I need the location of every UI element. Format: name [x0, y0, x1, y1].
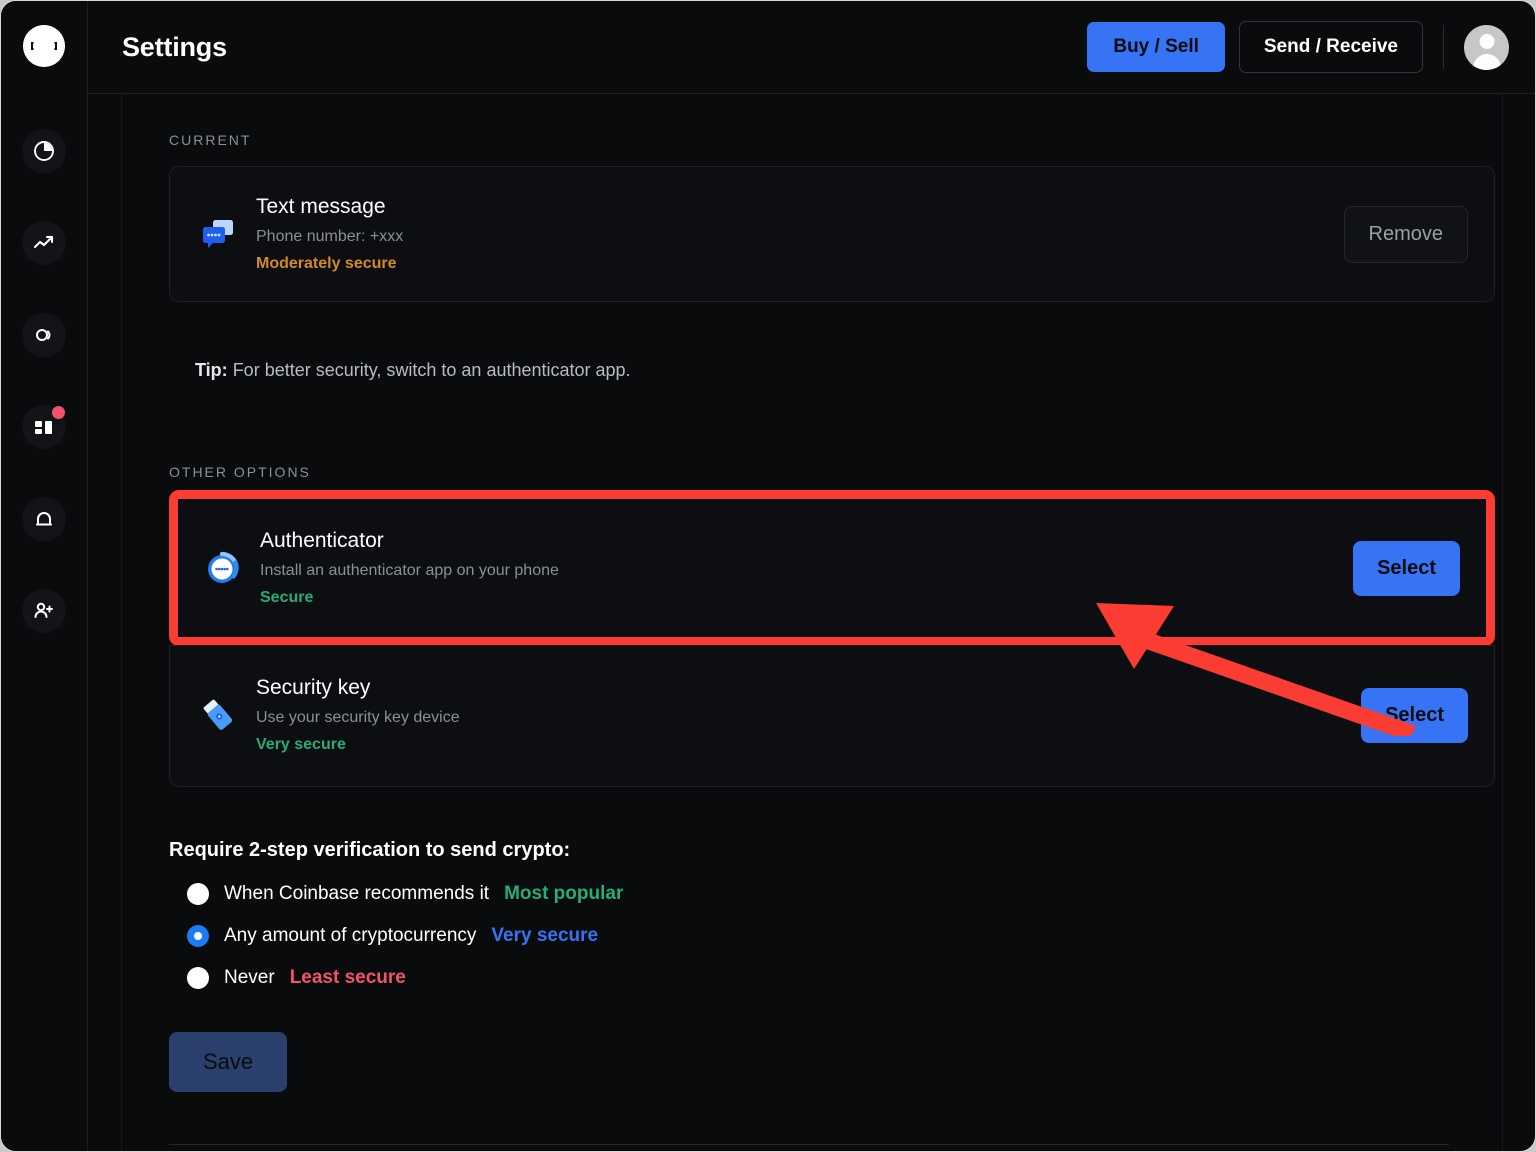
method-title: Text message — [256, 195, 1344, 219]
current-section-label: CURRENT — [169, 132, 1495, 148]
security-key-details: Security key Use your security key devic… — [256, 676, 1361, 754]
scrollbar-track[interactable] — [1502, 94, 1503, 1151]
radio-tag: Least secure — [290, 967, 406, 989]
method-security-level: Moderately secure — [256, 255, 1344, 273]
broadcast-icon — [32, 323, 56, 347]
text-message-row: Text message Phone number: +xxx Moderate… — [170, 167, 1494, 301]
radio-circle[interactable] — [187, 967, 209, 989]
sidebar-item-notifications[interactable] — [22, 497, 66, 541]
radio-label: Any amount of cryptocurrency — [224, 925, 476, 947]
other-options-label: OTHER OPTIONS — [169, 464, 1495, 480]
settings-content: CURRENT — [169, 94, 1495, 1151]
radio-circle[interactable] — [187, 925, 209, 947]
add-person-icon — [32, 599, 56, 623]
sidebar-item-portfolio[interactable] — [22, 129, 66, 173]
radio-option-any-amount[interactable]: Any amount of cryptocurrency Very secure — [187, 925, 1495, 947]
content-divider — [169, 1144, 1449, 1145]
sidebar — [1, 1, 88, 1151]
user-avatar-icon[interactable] — [1464, 25, 1509, 70]
radio-label: When Coinbase recommends it — [224, 883, 489, 905]
text-message-details: Text message Phone number: +xxx Moderate… — [256, 195, 1344, 273]
send-receive-button[interactable]: Send / Receive — [1239, 21, 1423, 73]
top-header: Settings Buy / Sell Send / Receive — [88, 1, 1535, 94]
header-actions: Buy / Sell Send / Receive — [1087, 21, 1535, 73]
tip-body: For better security, switch to an authen… — [233, 360, 631, 380]
authenticator-card[interactable]: Authenticator Install an authenticator a… — [178, 499, 1486, 637]
remove-button[interactable]: Remove — [1344, 206, 1468, 263]
security-key-card[interactable]: Security key Use your security key devic… — [169, 645, 1495, 787]
security-key-row: Security key Use your security key devic… — [170, 646, 1494, 786]
tip-text: Tip: For better security, switch to an a… — [195, 360, 1495, 381]
authenticator-icon — [202, 549, 242, 587]
option-title: Authenticator — [260, 529, 1353, 553]
sidebar-item-apps[interactable] — [22, 405, 66, 449]
option-security-level: Very secure — [256, 736, 1361, 754]
content-left-rail — [121, 94, 122, 1151]
radio-circle[interactable] — [187, 883, 209, 905]
radio-option-never[interactable]: Never Least secure — [187, 967, 1495, 989]
pie-chart-icon — [32, 139, 56, 163]
header-divider — [1443, 25, 1444, 69]
radio-tag: Very secure — [491, 925, 598, 947]
radio-option-recommended[interactable]: When Coinbase recommends it Most popular — [187, 883, 1495, 905]
tip-prefix: Tip: — [195, 360, 228, 380]
verification-form: Require 2-step verification to send cryp… — [169, 839, 1495, 1092]
sidebar-item-earn[interactable] — [22, 313, 66, 357]
sidebar-nav — [22, 129, 66, 633]
coinbase-logo-icon[interactable] — [23, 25, 65, 67]
highlight-annotation: Authenticator Install an authenticator a… — [169, 490, 1495, 646]
sidebar-item-invite[interactable] — [22, 589, 66, 633]
radio-label: Never — [224, 967, 275, 989]
buy-sell-button[interactable]: Buy / Sell — [1087, 22, 1225, 72]
radio-tag: Most popular — [504, 883, 623, 905]
app-window: Settings Buy / Sell Send / Receive CURRE… — [0, 0, 1536, 1152]
method-subtitle: Phone number: +xxx — [256, 228, 1344, 246]
select-authenticator-button[interactable]: Select — [1353, 541, 1460, 596]
text-message-icon — [198, 215, 238, 253]
sidebar-item-prices[interactable] — [22, 221, 66, 265]
option-title: Security key — [256, 676, 1361, 700]
notification-badge — [52, 406, 65, 419]
dashboard-icon — [32, 415, 56, 439]
save-button[interactable]: Save — [169, 1032, 287, 1092]
trending-up-icon — [32, 231, 56, 255]
option-subtitle: Install an authenticator app on your pho… — [260, 562, 1353, 580]
page-title: Settings — [122, 32, 227, 63]
content-area: CURRENT — [88, 94, 1535, 1151]
verification-title: Require 2-step verification to send cryp… — [169, 839, 1495, 862]
security-key-icon — [198, 696, 238, 734]
select-security-key-button[interactable]: Select — [1361, 688, 1468, 743]
authenticator-details: Authenticator Install an authenticator a… — [260, 529, 1353, 607]
verification-options: When Coinbase recommends it Most popular… — [169, 883, 1495, 989]
current-method-card: Text message Phone number: +xxx Moderate… — [169, 166, 1495, 302]
bell-icon — [32, 507, 56, 531]
option-security-level: Secure — [260, 589, 1353, 607]
authenticator-row: Authenticator Install an authenticator a… — [178, 499, 1486, 637]
option-subtitle: Use your security key device — [256, 709, 1361, 727]
